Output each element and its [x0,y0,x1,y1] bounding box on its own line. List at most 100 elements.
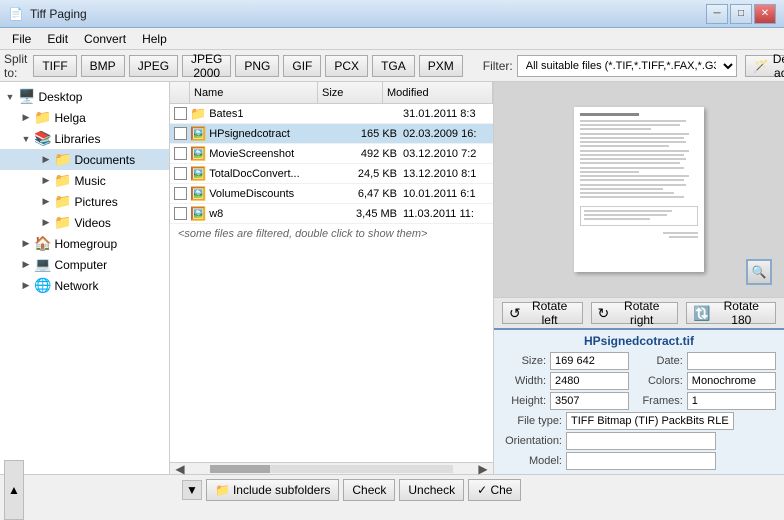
tree-item-documents[interactable]: ▶ 📁 Documents [0,149,169,170]
che-button[interactable]: ✓ Che [468,479,521,501]
tree-scroll-down[interactable]: ▼ [182,480,202,500]
folder-icon: 📁 [54,151,71,168]
model-value [566,452,716,470]
split-bmp-button[interactable]: BMP [81,55,125,77]
file-row[interactable]: 🖼️ TotalDocConvert... 24,5 KB 13.12.2010… [170,164,493,184]
file-row[interactable]: 🖼️ MovieScreenshot 492 KB 03.12.2010 7:2 [170,144,493,164]
col-name-header[interactable]: Name [190,82,318,103]
check-button[interactable]: Check [343,479,395,501]
checkbox[interactable] [174,167,187,180]
tree-item-helga[interactable]: ▶ 📁 Helga [0,107,169,128]
scroll-track[interactable] [210,465,453,473]
music-icon: 📁 [54,172,71,189]
split-jpeg2000-button[interactable]: JPEG 2000 [182,55,231,77]
pictures-icon: 📁 [54,193,71,210]
split-png-button[interactable]: PNG [235,55,279,77]
rotate-left-icon: ↺ [509,305,521,322]
checkbox[interactable] [174,147,187,160]
tree-scroll-up[interactable]: ▲ [4,460,24,520]
col-modified-header[interactable]: Modified [383,82,493,103]
scroll-thumb[interactable] [210,465,270,473]
tree-item-videos[interactable]: ▶ 📁 Videos [0,212,169,233]
frames-label: Frames: [633,395,683,407]
menu-file[interactable]: File [4,30,39,48]
file-checkbox[interactable] [170,187,190,200]
checkbox[interactable] [174,187,187,200]
split-pxm-button[interactable]: PXM [419,55,463,77]
wand-icon: 🪄 [754,59,769,73]
tree-item-homegroup[interactable]: ▶ 🏠 Homegroup [0,233,169,254]
tree-label-computer: Computer [54,258,107,272]
split-pcx-button[interactable]: PCX [325,55,368,77]
colors-label: Colors: [633,375,683,387]
size-value: 169 642 [550,352,629,370]
file-tree[interactable]: ▼ 🖥️ Desktop ▶ 📁 Helga ▼ 📚 Libraries ▶ 📁… [0,82,170,474]
main-content: ▼ 🖥️ Desktop ▶ 📁 Helga ▼ 📚 Libraries ▶ 📁… [0,82,784,474]
file-name: TotalDocConvert... [209,168,338,180]
filter-message[interactable]: <some files are filtered, double click t… [170,224,493,244]
define-action-button[interactable]: 🪄 Define action [745,55,784,77]
close-button[interactable]: ✕ [754,4,776,24]
videos-icon: 📁 [54,214,71,231]
filter-label: Filter: [483,59,513,73]
filter-combo[interactable]: All suitable files (*.TIF,*.TIFF,*.FAX,*… [517,55,737,77]
orientation-label: Orientation: [502,435,562,447]
col-size-header[interactable]: Size [318,82,383,103]
rotate-right-button[interactable]: ↻ Rotate right [591,302,679,324]
file-row[interactable]: 🖼️ HPsignedcotract 165 KB 02.03.2009 16: [170,124,493,144]
tree-label-documents: Documents [74,153,135,167]
tree-item-libraries[interactable]: ▼ 📚 Libraries [0,128,169,149]
desktop-icon: 🖥️ [18,88,35,105]
file-checkbox[interactable] [170,207,190,220]
tree-item-computer[interactable]: ▶ 💻 Computer [0,254,169,275]
file-modified: 31.01.2011 8:3 [403,108,493,120]
rotate-180-button[interactable]: 🔃 Rotate 180 [686,302,776,324]
file-list: Name Size Modified 📁 Bates1 31.01.2011 8… [170,82,494,474]
file-checkbox[interactable] [170,167,190,180]
file-size: 165 KB [338,128,403,140]
minimize-button[interactable]: ─ [706,4,728,24]
checkbox[interactable] [174,207,187,220]
expand-icon: ▶ [40,196,52,208]
checkbox[interactable] [174,107,187,120]
checkbox[interactable] [174,127,187,140]
file-checkbox[interactable] [170,107,190,120]
file-size: 3,45 MB [338,208,403,220]
file-row[interactable]: 📁 Bates1 31.01.2011 8:3 [170,104,493,124]
include-subfolders-button[interactable]: 📁 Include subfolders [206,479,339,501]
file-checkbox[interactable] [170,147,190,160]
scroll-right-button[interactable]: ▶ [473,462,493,476]
file-name: HPsignedcotract [209,128,338,140]
split-jpeg-button[interactable]: JPEG [129,55,178,77]
file-row[interactable]: 🖼️ w8 3,45 MB 11.03.2011 11: [170,204,493,224]
expand-icon: ▶ [20,259,32,271]
window-controls: ─ □ ✕ [706,4,776,24]
expand-icon: ▶ [20,238,32,250]
rotate-left-button[interactable]: ↺ Rotate left [502,302,583,324]
file-row[interactable]: 🖼️ VolumeDiscounts 6,47 KB 10.01.2011 6:… [170,184,493,204]
file-checkbox[interactable] [170,127,190,140]
uncheck-label: Uncheck [408,483,455,497]
magnify-button[interactable]: 🔍 [746,259,772,285]
width-label: Width: [502,375,546,387]
split-tiff-button[interactable]: TIFF [33,55,76,77]
tree-item-pictures[interactable]: ▶ 📁 Pictures [0,191,169,212]
tree-label-network: Network [54,279,98,293]
toolbar: Split to: TIFF BMP JPEG JPEG 2000 PNG GI… [0,50,784,82]
tif-icon: 🖼️ [190,126,206,142]
uncheck-button[interactable]: Uncheck [399,479,464,501]
file-size: 6,47 KB [338,188,403,200]
tree-item-network[interactable]: ▶ 🌐 Network [0,275,169,296]
maximize-button[interactable]: □ [730,4,752,24]
file-list-scrollbar[interactable]: ◀ ▶ [170,462,493,474]
orientation-row: Orientation: [502,432,776,450]
menu-edit[interactable]: Edit [39,30,76,48]
scroll-left-button[interactable]: ◀ [170,462,190,476]
tree-item-music[interactable]: ▶ 📁 Music [0,170,169,191]
split-gif-button[interactable]: GIF [283,55,321,77]
split-tga-button[interactable]: TGA [372,55,415,77]
menu-convert[interactable]: Convert [76,30,134,48]
menu-help[interactable]: Help [134,30,175,48]
tree-item-desktop[interactable]: ▼ 🖥️ Desktop [0,86,169,107]
folder-icon: 📁 [34,109,51,126]
